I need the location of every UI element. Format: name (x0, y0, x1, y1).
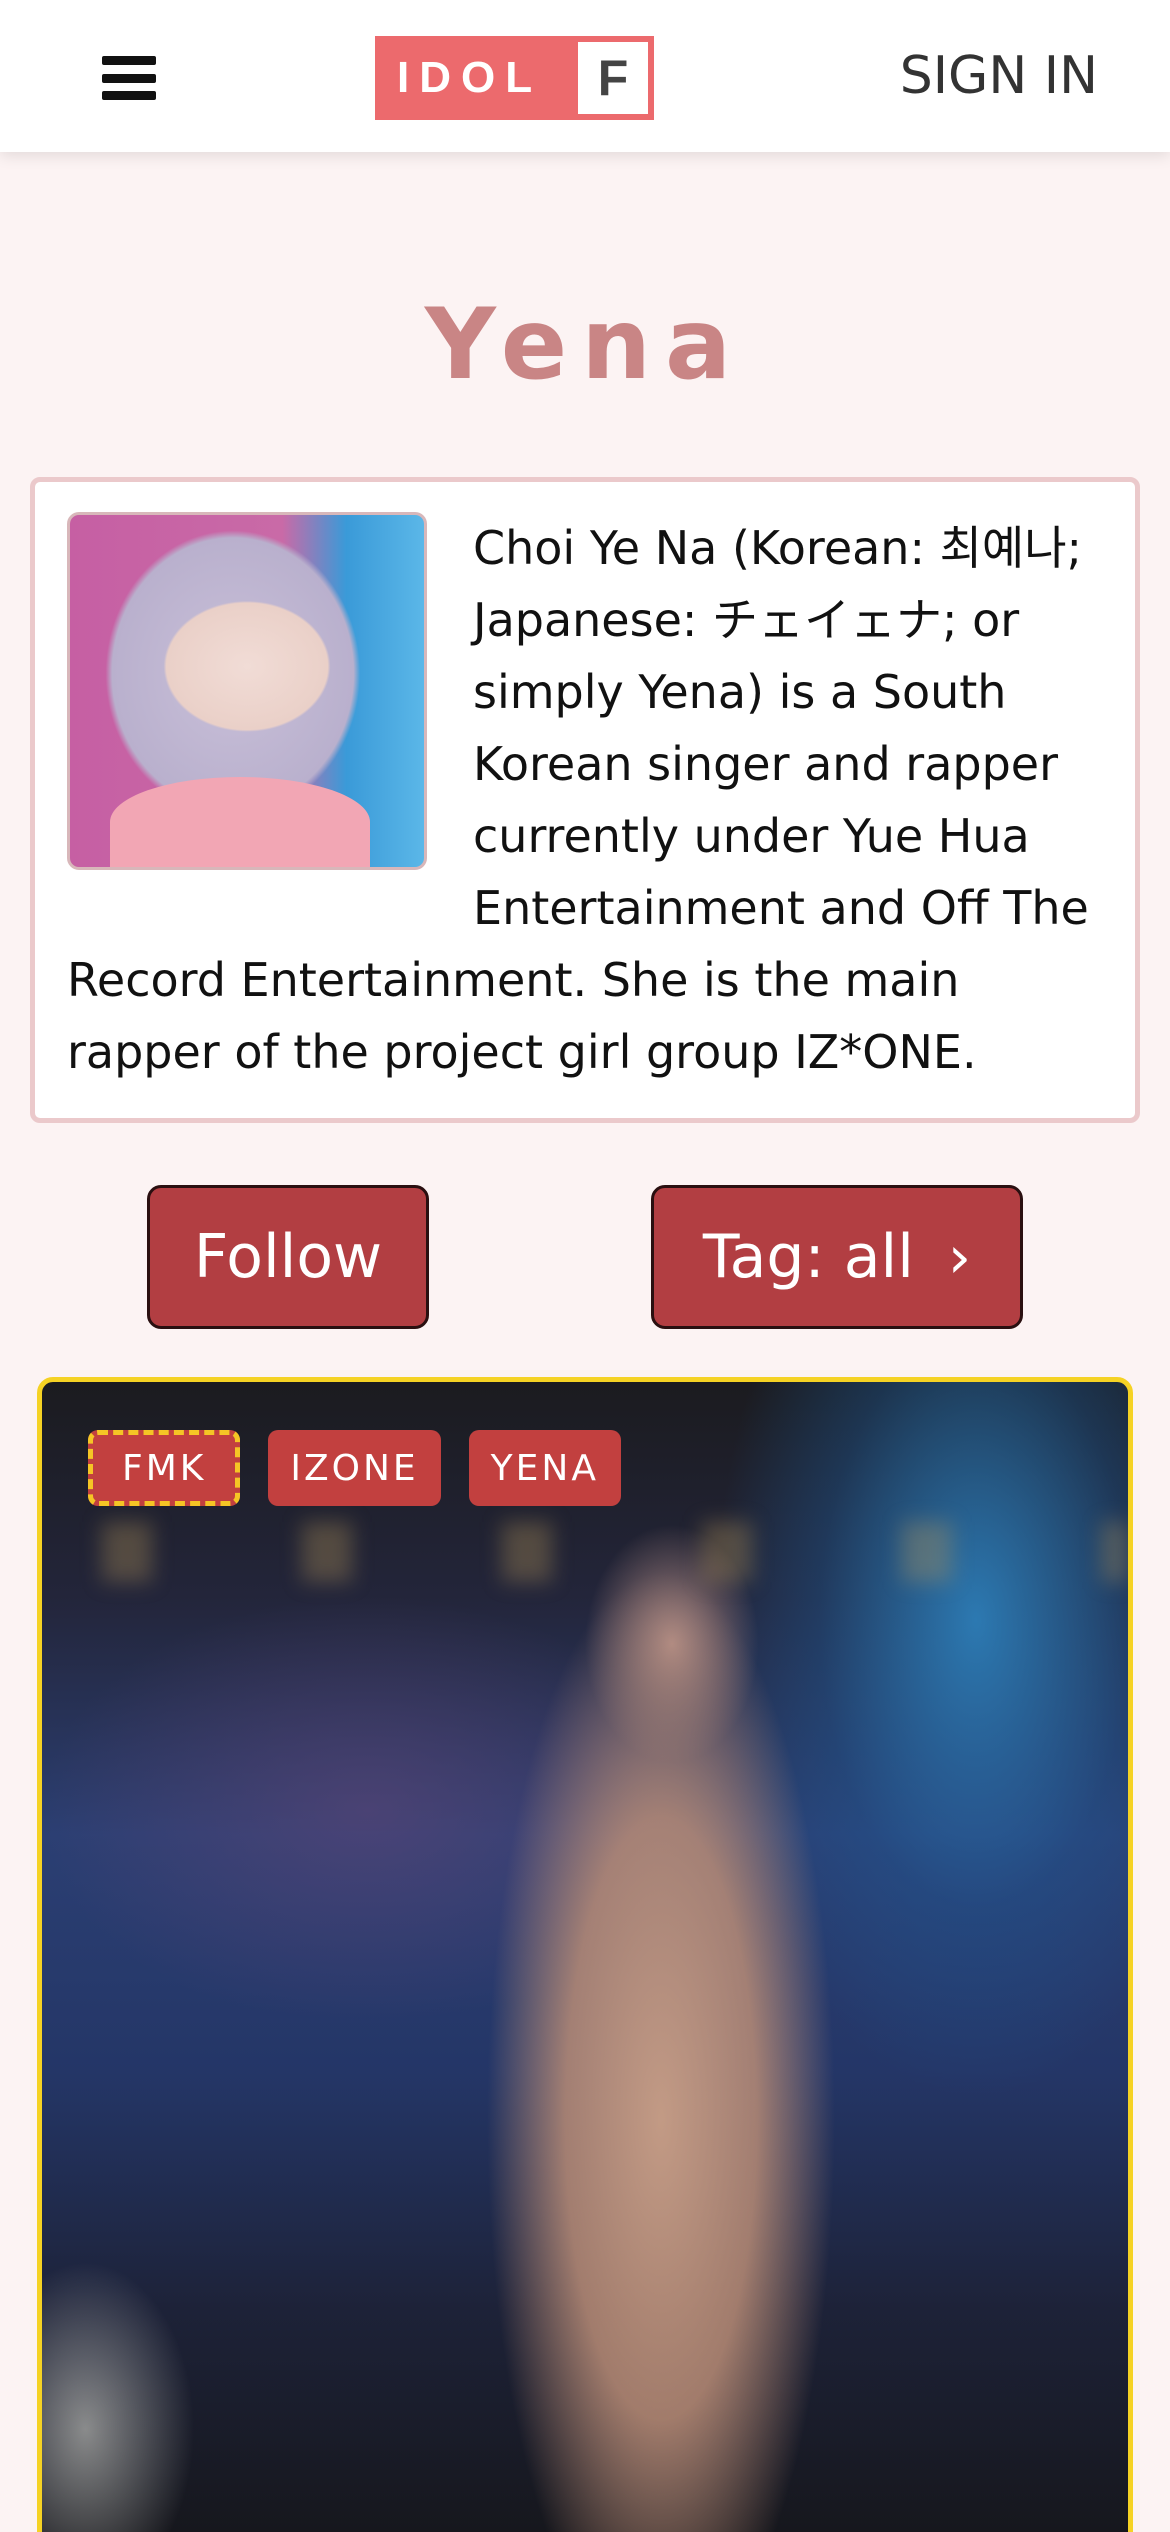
chevron-right-icon: › (947, 1223, 972, 1291)
menu-bar-line (102, 73, 156, 83)
hamburger-menu-icon[interactable] (102, 56, 156, 100)
logo-text: IDOL (397, 53, 543, 102)
post-image-blurred (42, 1522, 1128, 1582)
sign-in-link[interactable]: SIGN IN (900, 40, 1098, 112)
menu-bar-line (102, 91, 156, 100)
page-title: Yena (424, 288, 746, 402)
tag-filter-label: Tag: all (702, 1222, 914, 1292)
post-tag-list: FMK IZONE YENA (88, 1430, 621, 1506)
top-nav-bar: IDOL F SIGN IN (0, 0, 1170, 152)
avatar (67, 512, 427, 870)
tag-filter-button[interactable]: Tag: all › (651, 1185, 1023, 1329)
logo-box-letter: F (578, 42, 648, 114)
menu-bar-line (102, 56, 156, 65)
post-card[interactable]: FMK IZONE YENA (37, 1377, 1133, 2532)
avatar-jacket-shape (110, 777, 370, 867)
follow-button-label: Follow (193, 1222, 383, 1292)
follow-button[interactable]: Follow (147, 1185, 429, 1329)
bio-card: Choi Ye Na (Korean: 최예나; Japanese: チェイェナ… (30, 477, 1140, 1123)
tag-chip-fmk[interactable]: FMK (88, 1430, 241, 1506)
tag-chip-yena[interactable]: YENA (468, 1430, 621, 1506)
idolf-logo[interactable]: IDOL F (375, 36, 654, 120)
tag-chip-izone[interactable]: IZONE (268, 1430, 441, 1506)
